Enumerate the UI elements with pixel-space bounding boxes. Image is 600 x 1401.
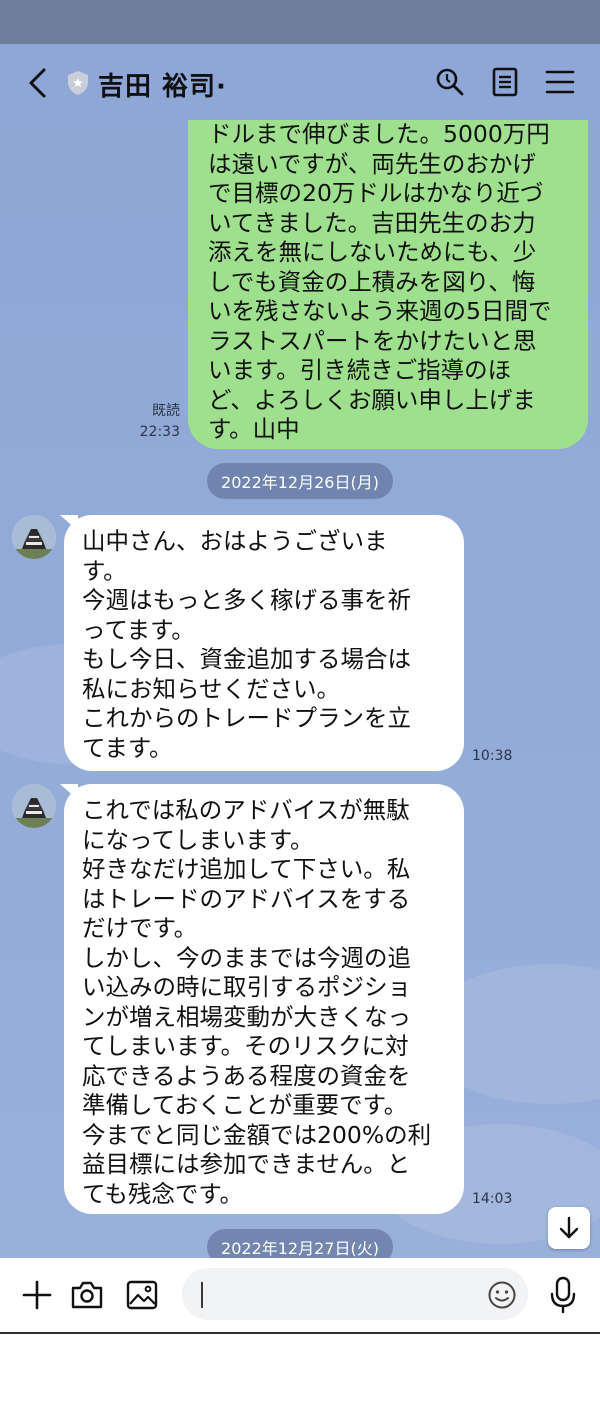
sent-message-bubble[interactable]: ドルまで伸びました。5000万円 は遠いですが、両先生のおかげ で目標の20万ド… bbox=[188, 120, 588, 449]
verified-shield-icon bbox=[68, 71, 88, 95]
castle-photo-icon bbox=[12, 515, 56, 559]
chat-screen: 吉田 裕司· ドルまで伸びました。5000万円 は遠いですが、両先生のおかげ で… bbox=[0, 0, 600, 1401]
date-separator: 2022年12月26日(月) bbox=[207, 463, 393, 499]
avatar[interactable] bbox=[12, 784, 56, 828]
emoji-icon[interactable] bbox=[487, 1280, 517, 1310]
received-message-text: 山中さん、おはようございま す。 今週はもっと多く稼げる事を祈 ってます。 もし… bbox=[82, 527, 411, 762]
text-caret bbox=[201, 1282, 203, 1308]
message-time: 22:33 bbox=[139, 424, 180, 440]
bubble-tail bbox=[60, 784, 78, 800]
arrow-down-icon bbox=[559, 1216, 579, 1239]
received-message-bubble[interactable]: これでは私のアドバイスが無駄 になってしまいます。 好きなだけ追加して下さい。私… bbox=[60, 784, 464, 1214]
castle-photo-icon bbox=[12, 784, 56, 828]
contact-name[interactable]: 吉田 裕司· bbox=[98, 66, 227, 103]
bubble-tail bbox=[60, 515, 78, 531]
scroll-to-bottom-button[interactable] bbox=[548, 1207, 590, 1249]
message-input-bar bbox=[0, 1258, 600, 1334]
avatar[interactable] bbox=[12, 515, 56, 559]
microphone-icon[interactable] bbox=[548, 1276, 578, 1314]
sent-message-text: ドルまで伸びました。5000万円 は遠いですが、両先生のおかげ で目標の20万ド… bbox=[208, 120, 552, 443]
back-arrow-icon[interactable] bbox=[24, 66, 52, 100]
image-icon[interactable] bbox=[125, 1278, 159, 1312]
camera-icon[interactable] bbox=[70, 1278, 104, 1312]
received-message-bubble[interactable]: 山中さん、おはようございま す。 今週はもっと多く稼げる事を祈 ってます。 もし… bbox=[60, 515, 464, 771]
chat-header: 吉田 裕司· bbox=[0, 44, 600, 120]
received-message-text: これでは私のアドバイスが無駄 になってしまいます。 好きなだけ追加して下さい。私… bbox=[82, 796, 432, 1208]
notes-icon[interactable] bbox=[489, 66, 521, 98]
search-icon[interactable] bbox=[434, 66, 466, 98]
read-receipt: 既読 bbox=[152, 403, 180, 419]
plus-icon[interactable] bbox=[20, 1278, 54, 1312]
message-input[interactable] bbox=[182, 1268, 528, 1320]
status-bar bbox=[0, 0, 600, 44]
message-time: 10:38 bbox=[472, 748, 513, 764]
menu-icon[interactable] bbox=[544, 66, 576, 98]
message-time: 14:03 bbox=[472, 1191, 513, 1207]
